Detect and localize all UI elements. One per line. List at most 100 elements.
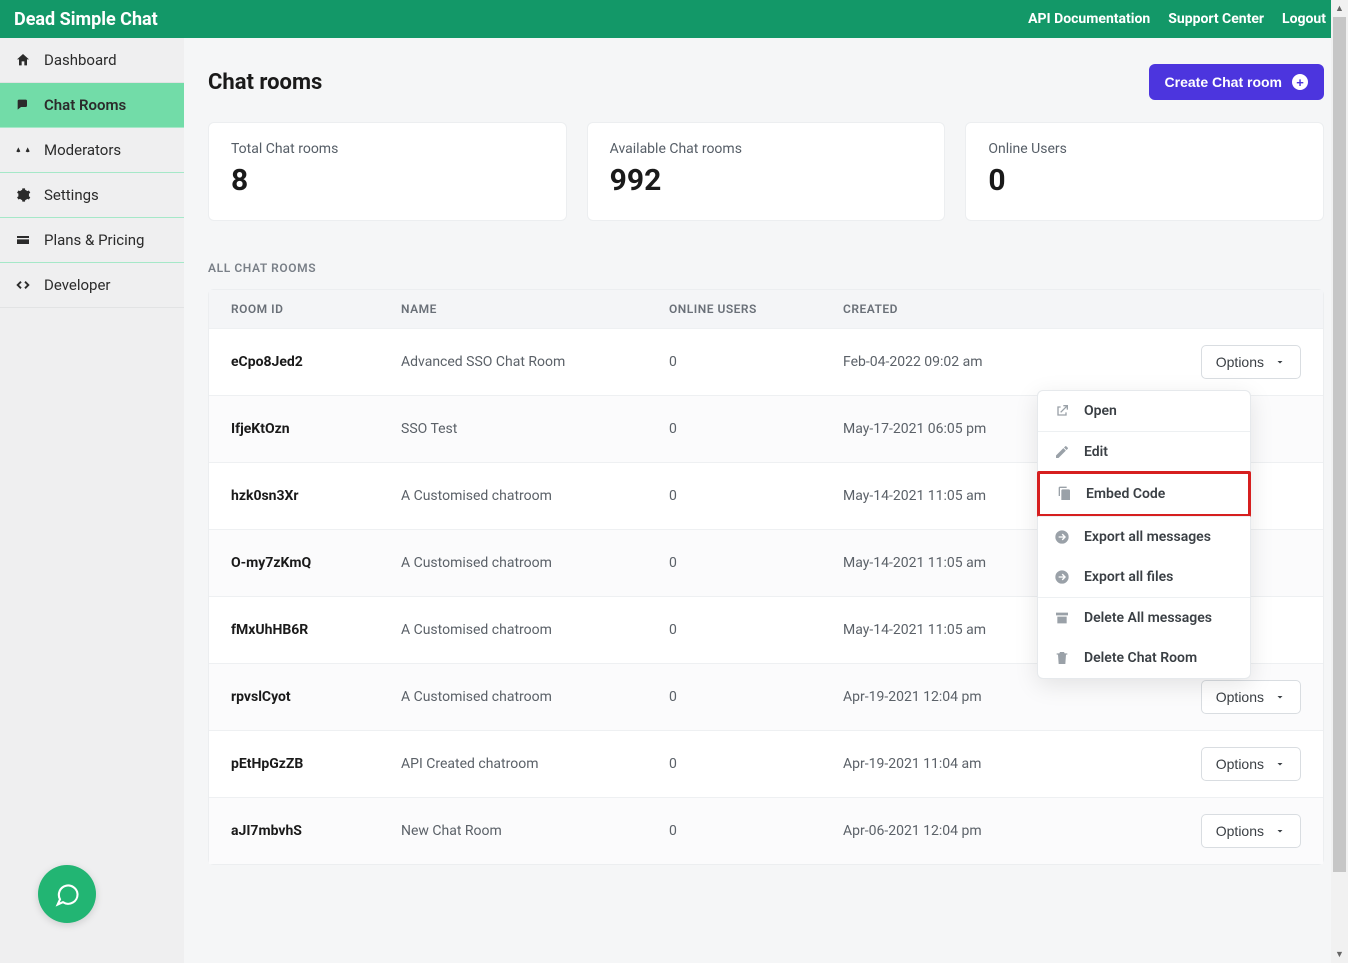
dropdown-label: Export all files [1084, 569, 1173, 585]
dropdown-delete-messages[interactable]: Delete All messages [1038, 598, 1250, 638]
sidebar-item-label: Plans & Pricing [44, 231, 144, 249]
cell-room-id: aJI7mbvhS [231, 823, 401, 839]
scroll-down-arrow[interactable]: ▼ [1331, 946, 1348, 963]
archive-icon [1054, 610, 1070, 626]
cell-name: SSO Test [401, 421, 669, 437]
topbar: Dead Simple Chat API Documentation Suppo… [0, 0, 1348, 38]
dropdown-delete-room[interactable]: Delete Chat Room [1038, 638, 1250, 678]
table-row: aJI7mbvhS New Chat Room 0 Apr-06-2021 12… [209, 797, 1323, 864]
options-label: Options [1216, 689, 1264, 705]
chevron-down-icon [1274, 356, 1286, 368]
balance-icon [14, 141, 32, 159]
chevron-down-icon [1274, 691, 1286, 703]
cell-online: 0 [669, 823, 843, 839]
plus-circle-icon: + [1292, 74, 1308, 90]
dropdown-label: Delete All messages [1084, 610, 1212, 626]
cell-online: 0 [669, 488, 843, 504]
dropdown-label: Open [1084, 403, 1117, 419]
create-chat-room-button[interactable]: Create Chat room + [1149, 64, 1324, 100]
sidebar-item-label: Developer [44, 276, 111, 294]
arrow-right-circle-icon [1054, 529, 1070, 545]
cell-room-id: fMxUhHB6R [231, 622, 401, 638]
dropdown-embed-code[interactable]: Embed Code [1037, 471, 1251, 517]
chat-bubble-icon [53, 880, 81, 908]
table-row: eCpo8Jed2 Advanced SSO Chat Room 0 Feb-0… [209, 328, 1323, 395]
nav-logout[interactable]: Logout [1282, 11, 1326, 27]
chevron-down-icon [1274, 825, 1286, 837]
vertical-scrollbar[interactable]: ▲ ▼ [1331, 0, 1348, 963]
section-label: ALL CHAT ROOMS [208, 261, 1324, 275]
dropdown-export-messages[interactable]: Export all messages [1038, 517, 1250, 557]
cell-name: A Customised chatroom [401, 689, 669, 705]
nav-support[interactable]: Support Center [1168, 11, 1264, 27]
dropdown-open[interactable]: Open [1038, 391, 1250, 431]
sidebar-item-moderators[interactable]: Moderators [0, 128, 184, 173]
dropdown-label: Embed Code [1086, 486, 1165, 502]
stat-total-rooms: Total Chat rooms 8 [208, 122, 567, 221]
options-dropdown: Open Edit Embed Code Export all messa [1037, 390, 1251, 679]
options-button[interactable]: Options [1201, 814, 1301, 848]
dropdown-edit[interactable]: Edit [1038, 432, 1250, 472]
cell-created: Feb-04-2022 09:02 am [843, 354, 1083, 370]
sidebar-item-plans[interactable]: Plans & Pricing [0, 218, 184, 263]
sidebar-item-developer[interactable]: Developer [0, 263, 184, 308]
cell-online: 0 [669, 756, 843, 772]
dropdown-label: Edit [1084, 444, 1108, 460]
sidebar-item-label: Chat Rooms [44, 96, 126, 114]
options-button[interactable]: Options [1201, 345, 1301, 379]
copy-icon [1056, 486, 1072, 502]
stat-value: 8 [231, 163, 544, 198]
cell-name: New Chat Room [401, 823, 669, 839]
stat-value: 992 [610, 163, 923, 198]
cell-online: 0 [669, 555, 843, 571]
header-created: CREATED [843, 302, 1083, 316]
cell-room-id: O-my7zKmQ [231, 555, 401, 571]
cell-name: Advanced SSO Chat Room [401, 354, 669, 370]
stat-available-rooms: Available Chat rooms 992 [587, 122, 946, 221]
chevron-down-icon [1274, 758, 1286, 770]
table-row: pEtHpGzZB API Created chatroom 0 Apr-19-… [209, 730, 1323, 797]
options-button[interactable]: Options [1201, 680, 1301, 714]
dropdown-label: Delete Chat Room [1084, 650, 1197, 666]
arrow-right-circle-icon [1054, 569, 1070, 585]
cell-online: 0 [669, 622, 843, 638]
cell-name: A Customised chatroom [401, 555, 669, 571]
stat-label: Available Chat rooms [610, 141, 923, 157]
cell-room-id: rpvslCyot [231, 689, 401, 705]
header-room-id: ROOM ID [231, 302, 401, 316]
stat-label: Total Chat rooms [231, 141, 544, 157]
trash-icon [1054, 650, 1070, 666]
external-link-icon [1054, 403, 1070, 419]
sidebar-item-settings[interactable]: Settings [0, 173, 184, 218]
table-header: ROOM ID NAME ONLINE USERS CREATED [209, 290, 1323, 328]
stat-value: 0 [988, 163, 1301, 198]
cell-created: Apr-19-2021 11:04 am [843, 756, 1083, 772]
stat-online-users: Online Users 0 [965, 122, 1324, 221]
code-icon [14, 276, 32, 294]
scroll-track[interactable] [1331, 17, 1348, 946]
cell-online: 0 [669, 421, 843, 437]
help-chat-bubble[interactable] [38, 865, 96, 923]
cell-room-id: pEtHpGzZB [231, 756, 401, 772]
sidebar-item-dashboard[interactable]: Dashboard [0, 38, 184, 83]
cell-name: A Customised chatroom [401, 488, 669, 504]
nav-api-docs[interactable]: API Documentation [1028, 11, 1150, 27]
sidebar-item-chat-rooms[interactable]: Chat Rooms [0, 83, 184, 128]
cell-room-id: IfjeKtOzn [231, 421, 401, 437]
scroll-up-arrow[interactable]: ▲ [1331, 0, 1348, 17]
cell-room-id: eCpo8Jed2 [231, 354, 401, 370]
sidebar-item-label: Moderators [44, 141, 121, 159]
sidebar: Dashboard Chat Rooms Moderators Settings… [0, 38, 184, 963]
page-title: Chat rooms [208, 70, 322, 95]
scroll-thumb[interactable] [1333, 17, 1346, 872]
dropdown-export-files[interactable]: Export all files [1038, 557, 1250, 597]
options-label: Options [1216, 823, 1264, 839]
cell-room-id: hzk0sn3Xr [231, 488, 401, 504]
options-button[interactable]: Options [1201, 747, 1301, 781]
sidebar-item-label: Settings [44, 186, 99, 204]
comments-icon [14, 96, 32, 114]
stat-label: Online Users [988, 141, 1301, 157]
cell-name: A Customised chatroom [401, 622, 669, 638]
edit-icon [1054, 444, 1070, 460]
header-online-users: ONLINE USERS [669, 302, 843, 316]
